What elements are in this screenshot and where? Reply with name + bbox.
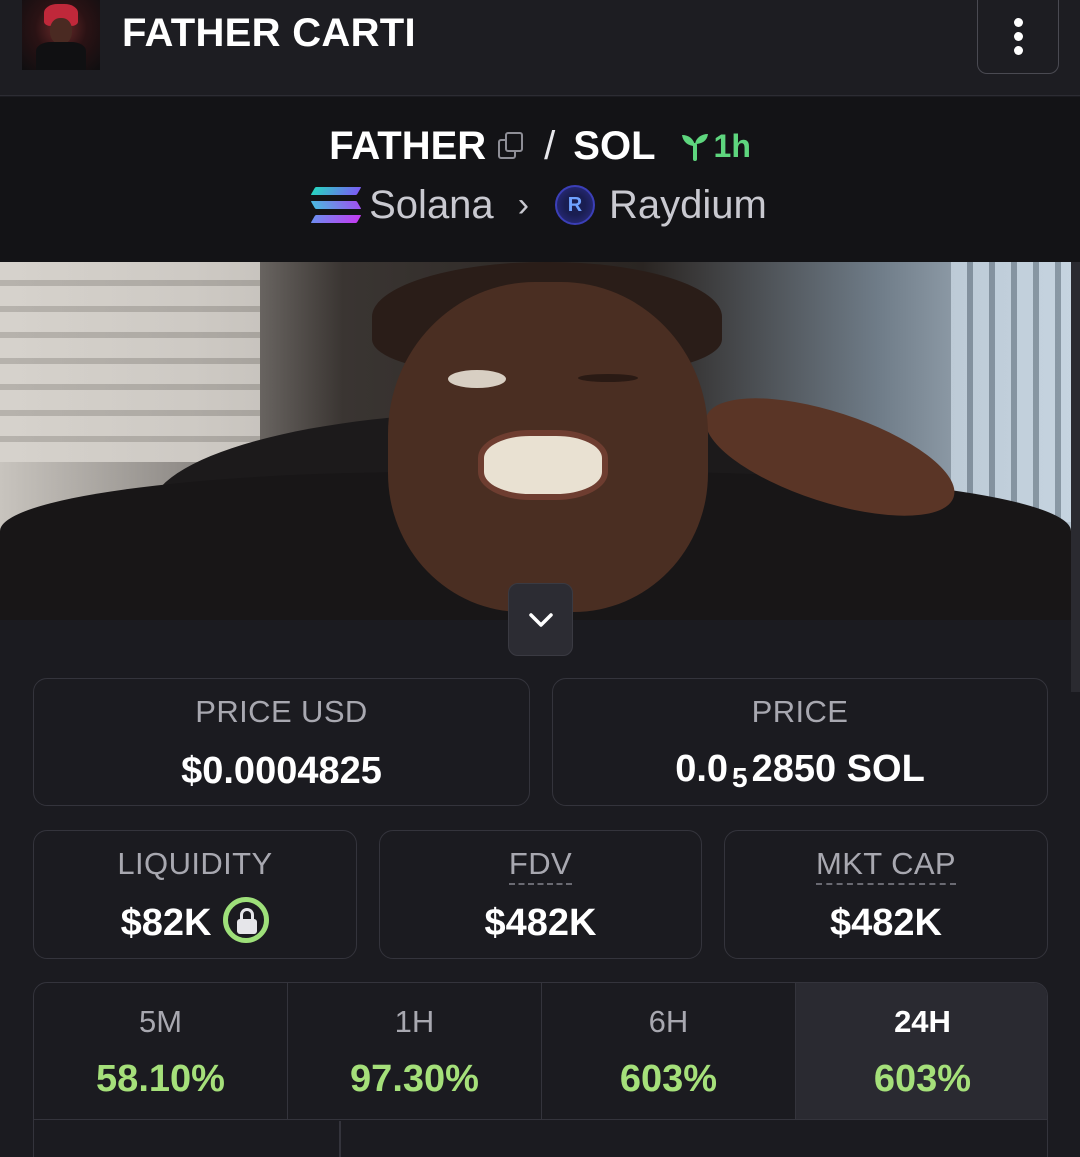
price-sol-label: PRICE [751,694,849,729]
pair-age-badge: 1h [678,128,751,165]
chevron-right-icon: › [517,185,530,224]
mkt-cap-label[interactable]: MKT CAP [815,847,957,885]
token-title: FATHER CARTI [122,11,416,55]
sprout-icon [681,134,708,161]
quote-symbol: SOL [573,123,656,168]
tab-period: 6H [648,1004,689,1039]
tab-24h[interactable]: 24H 603% [796,983,1047,1119]
liquidity-card: LIQUIDITY $82K [33,830,357,959]
price-usd-card: PRICE USD $0.0004825 [33,678,530,806]
chevron-down-icon [528,612,553,627]
tab-5m[interactable]: 5M 58.10% [34,983,288,1119]
price-usd-value: $0.0004825 [181,750,382,792]
pair-separator: / [544,123,556,168]
scrollbar[interactable] [1071,262,1080,692]
pair-age: 1h [713,127,751,164]
pair-name: FATHER / SOL 1h [0,121,1080,171]
zero-count-subscript: 5 [732,762,748,793]
token-avatar [22,0,100,70]
raydium-icon: R [555,185,596,225]
tab-period: 5M [138,1004,183,1039]
price-usd-label: PRICE USD [195,694,368,729]
chain-breadcrumb: Solana › R Raydium [0,183,1080,227]
liquidity-label: LIQUIDITY [117,846,273,881]
fdv-value: $482K [484,902,597,944]
mkt-cap-card: MKT CAP $482K [724,830,1048,959]
token-page: FATHER CARTI FATHER / SOL 1h Solana › R … [0,0,1080,1157]
price-sol-value: 0.0 5 2850 SOL [675,748,925,793]
tab-period: 1H [394,1004,435,1039]
chain-link[interactable]: Solana [369,183,494,228]
top-header: FATHER CARTI [0,0,1080,96]
vertical-dots-icon [1013,18,1023,27]
tab-change-value: 58.10% [96,1058,225,1100]
base-symbol: FATHER [329,123,487,168]
solana-icon [310,187,362,223]
copy-icon[interactable] [496,131,526,161]
price-sol-card: PRICE 0.0 5 2850 SOL [552,678,1048,806]
fdv-label[interactable]: FDV [508,847,573,885]
dex-link[interactable]: Raydium [609,183,767,228]
tab-change-value: 603% [873,1058,972,1100]
expand-banner-button[interactable] [508,583,573,656]
tab-1h[interactable]: 1H 97.30% [288,983,542,1119]
pair-header: FATHER / SOL 1h Solana › R Raydium [0,97,1080,262]
fdv-card: FDV $482K [379,830,702,959]
token-banner-image [0,262,1071,620]
tab-change-value: 603% [619,1058,718,1100]
mkt-cap-value: $482K [830,902,942,944]
tab-6h[interactable]: 6H 603% [542,983,796,1119]
tab-change-value: 97.30% [350,1058,479,1100]
liquidity-value: $82K [120,902,212,944]
lock-icon[interactable] [223,897,270,943]
price-change-tabs: 5M 58.10% 1H 97.30% 6H 603% 24H 603% [33,982,1048,1157]
tab-period: 24H [894,1004,951,1039]
txn-stats-row [34,1121,1047,1157]
more-menu-button[interactable] [977,0,1059,74]
